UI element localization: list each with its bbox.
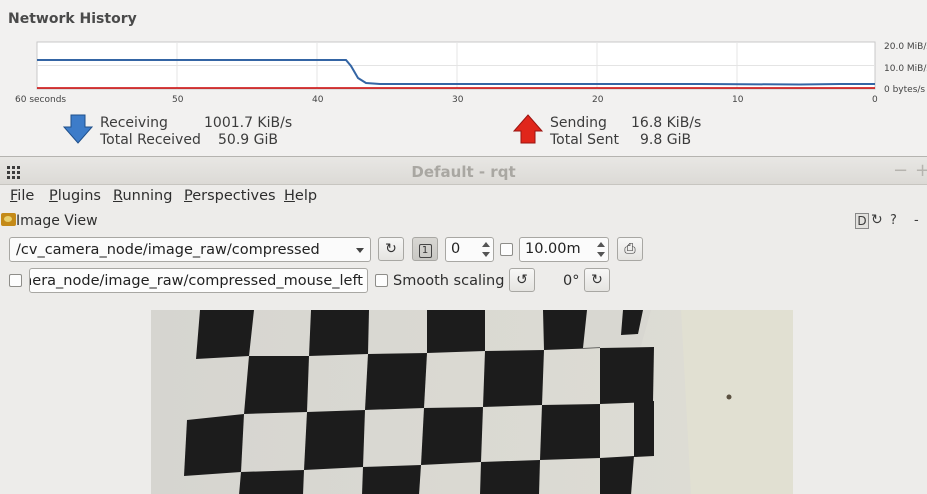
rotate-right-button[interactable]: ↻ xyxy=(584,268,610,292)
spin-up-icon[interactable] xyxy=(597,242,605,247)
window-title: Default - rqt xyxy=(411,163,516,181)
menu-file-rest: ile xyxy=(17,188,35,204)
receiving-label: Receiving xyxy=(100,115,168,131)
mouse-topic-input[interactable]: /cv_camera_node/image_raw/compressed_mou… xyxy=(29,268,368,293)
download-arrow-icon xyxy=(63,114,93,144)
network-history-graph: 20.0 MiB/s 10.0 MiB/s 0 bytes/s 60 secon… xyxy=(15,41,927,105)
network-history-title: Network History xyxy=(8,11,137,27)
menu-plugins-rest: lugins xyxy=(57,188,101,204)
x-tick-label: 10 xyxy=(732,95,744,105)
publish-mouse-checkbox[interactable] xyxy=(9,274,22,287)
plugin-help-icon[interactable]: ? xyxy=(890,213,897,228)
rotation-label: 0° xyxy=(563,273,580,289)
dynamic-range-checkbox[interactable] xyxy=(500,243,513,256)
y-tick-label: 20.0 MiB/s xyxy=(884,42,927,52)
smooth-scaling-checkbox[interactable] xyxy=(375,274,388,287)
one-to-one-button[interactable]: 1 xyxy=(412,237,438,261)
sending-value: 16.8 KiB/s xyxy=(631,115,702,131)
plugin-title-bar[interactable]: Image View D ↻ ? - xyxy=(0,209,927,233)
topic-combobox-value: /cv_camera_node/image_raw/compressed xyxy=(16,242,320,258)
plugin-title: Image View xyxy=(16,213,98,229)
plugin-close-button[interactable]: - xyxy=(914,213,919,228)
one-to-one-icon: 1 xyxy=(418,244,432,258)
menu-help[interactable]: Help xyxy=(284,188,317,204)
menu-perspectives[interactable]: Perspectives xyxy=(184,188,276,204)
image-view-plugin-icon xyxy=(1,213,16,226)
sending-label: Sending xyxy=(550,115,607,131)
rotate-left-button[interactable]: ↺ xyxy=(509,268,535,292)
topic-combobox[interactable]: /cv_camera_node/image_raw/compressed xyxy=(9,237,371,262)
menu-running[interactable]: Running xyxy=(113,188,172,204)
spin-down-icon[interactable] xyxy=(482,252,490,257)
x-tick-label: 40 xyxy=(312,95,324,105)
spin-up-icon[interactable] xyxy=(482,242,490,247)
mouse-topic-value: /cv_camera_node/image_raw/compressed_mou… xyxy=(30,273,363,289)
menu-plugins[interactable]: Plugins xyxy=(49,188,101,204)
total-received-value: 50.9 GiB xyxy=(218,132,278,148)
chevron-down-icon xyxy=(356,248,364,253)
menu-perspectives-rest: erspectives xyxy=(192,188,276,204)
spin-down-icon[interactable] xyxy=(597,252,605,257)
camera-image-view[interactable] xyxy=(151,310,793,494)
menu-plugins-accel: P xyxy=(49,188,58,204)
menu-running-rest: unning xyxy=(122,188,173,204)
x-tick-label: 30 xyxy=(452,95,464,105)
menu-file[interactable]: File xyxy=(10,188,34,204)
reload-plugin-icon[interactable]: ↻ xyxy=(871,212,883,228)
y-tick-label: 0 bytes/s xyxy=(884,85,925,95)
save-image-button[interactable]: ⎙ xyxy=(617,237,643,261)
smooth-scaling-label: Smooth scaling xyxy=(393,273,505,289)
max-range-spinbox[interactable]: 10.00m xyxy=(519,237,609,262)
x-tick-label: 0 xyxy=(872,95,878,105)
menu-bar: File Plugins Running Perspectives Help xyxy=(0,185,927,209)
x-tick-label: 50 xyxy=(172,95,184,105)
rotation-index-value: 0 xyxy=(451,241,461,257)
refresh-topics-button[interactable]: ↻ xyxy=(378,237,404,261)
receiving-value: 1001.7 KiB/s xyxy=(204,115,293,131)
x-tick-label: 60 seconds xyxy=(15,95,66,105)
menu-help-accel: H xyxy=(284,188,295,204)
menu-perspectives-accel: P xyxy=(184,188,193,204)
total-received-label: Total Received xyxy=(100,132,201,148)
dock-d-button[interactable]: D xyxy=(855,213,869,229)
y-tick-label: 10.0 MiB/s xyxy=(884,64,927,74)
network-history-panel: Network History 20.0 MiB/s 10.0 MiB/s 0 … xyxy=(0,0,927,155)
total-sent-label: Total Sent xyxy=(550,132,620,148)
window-titlebar[interactable]: Default - rqt − + xyxy=(0,157,927,185)
minimize-button[interactable]: − xyxy=(893,160,908,181)
upload-arrow-icon xyxy=(513,114,543,144)
max-range-value: 10.00m xyxy=(525,241,581,257)
rotation-index-spinbox[interactable]: 0 xyxy=(445,237,494,262)
x-tick-label: 20 xyxy=(592,95,604,105)
menu-help-rest: elp xyxy=(294,188,318,204)
total-sent-value: 9.8 GiB xyxy=(640,132,692,148)
rqt-window: Default - rqt − + File Plugins Running P… xyxy=(0,156,927,494)
maximize-button[interactable]: + xyxy=(915,160,927,181)
